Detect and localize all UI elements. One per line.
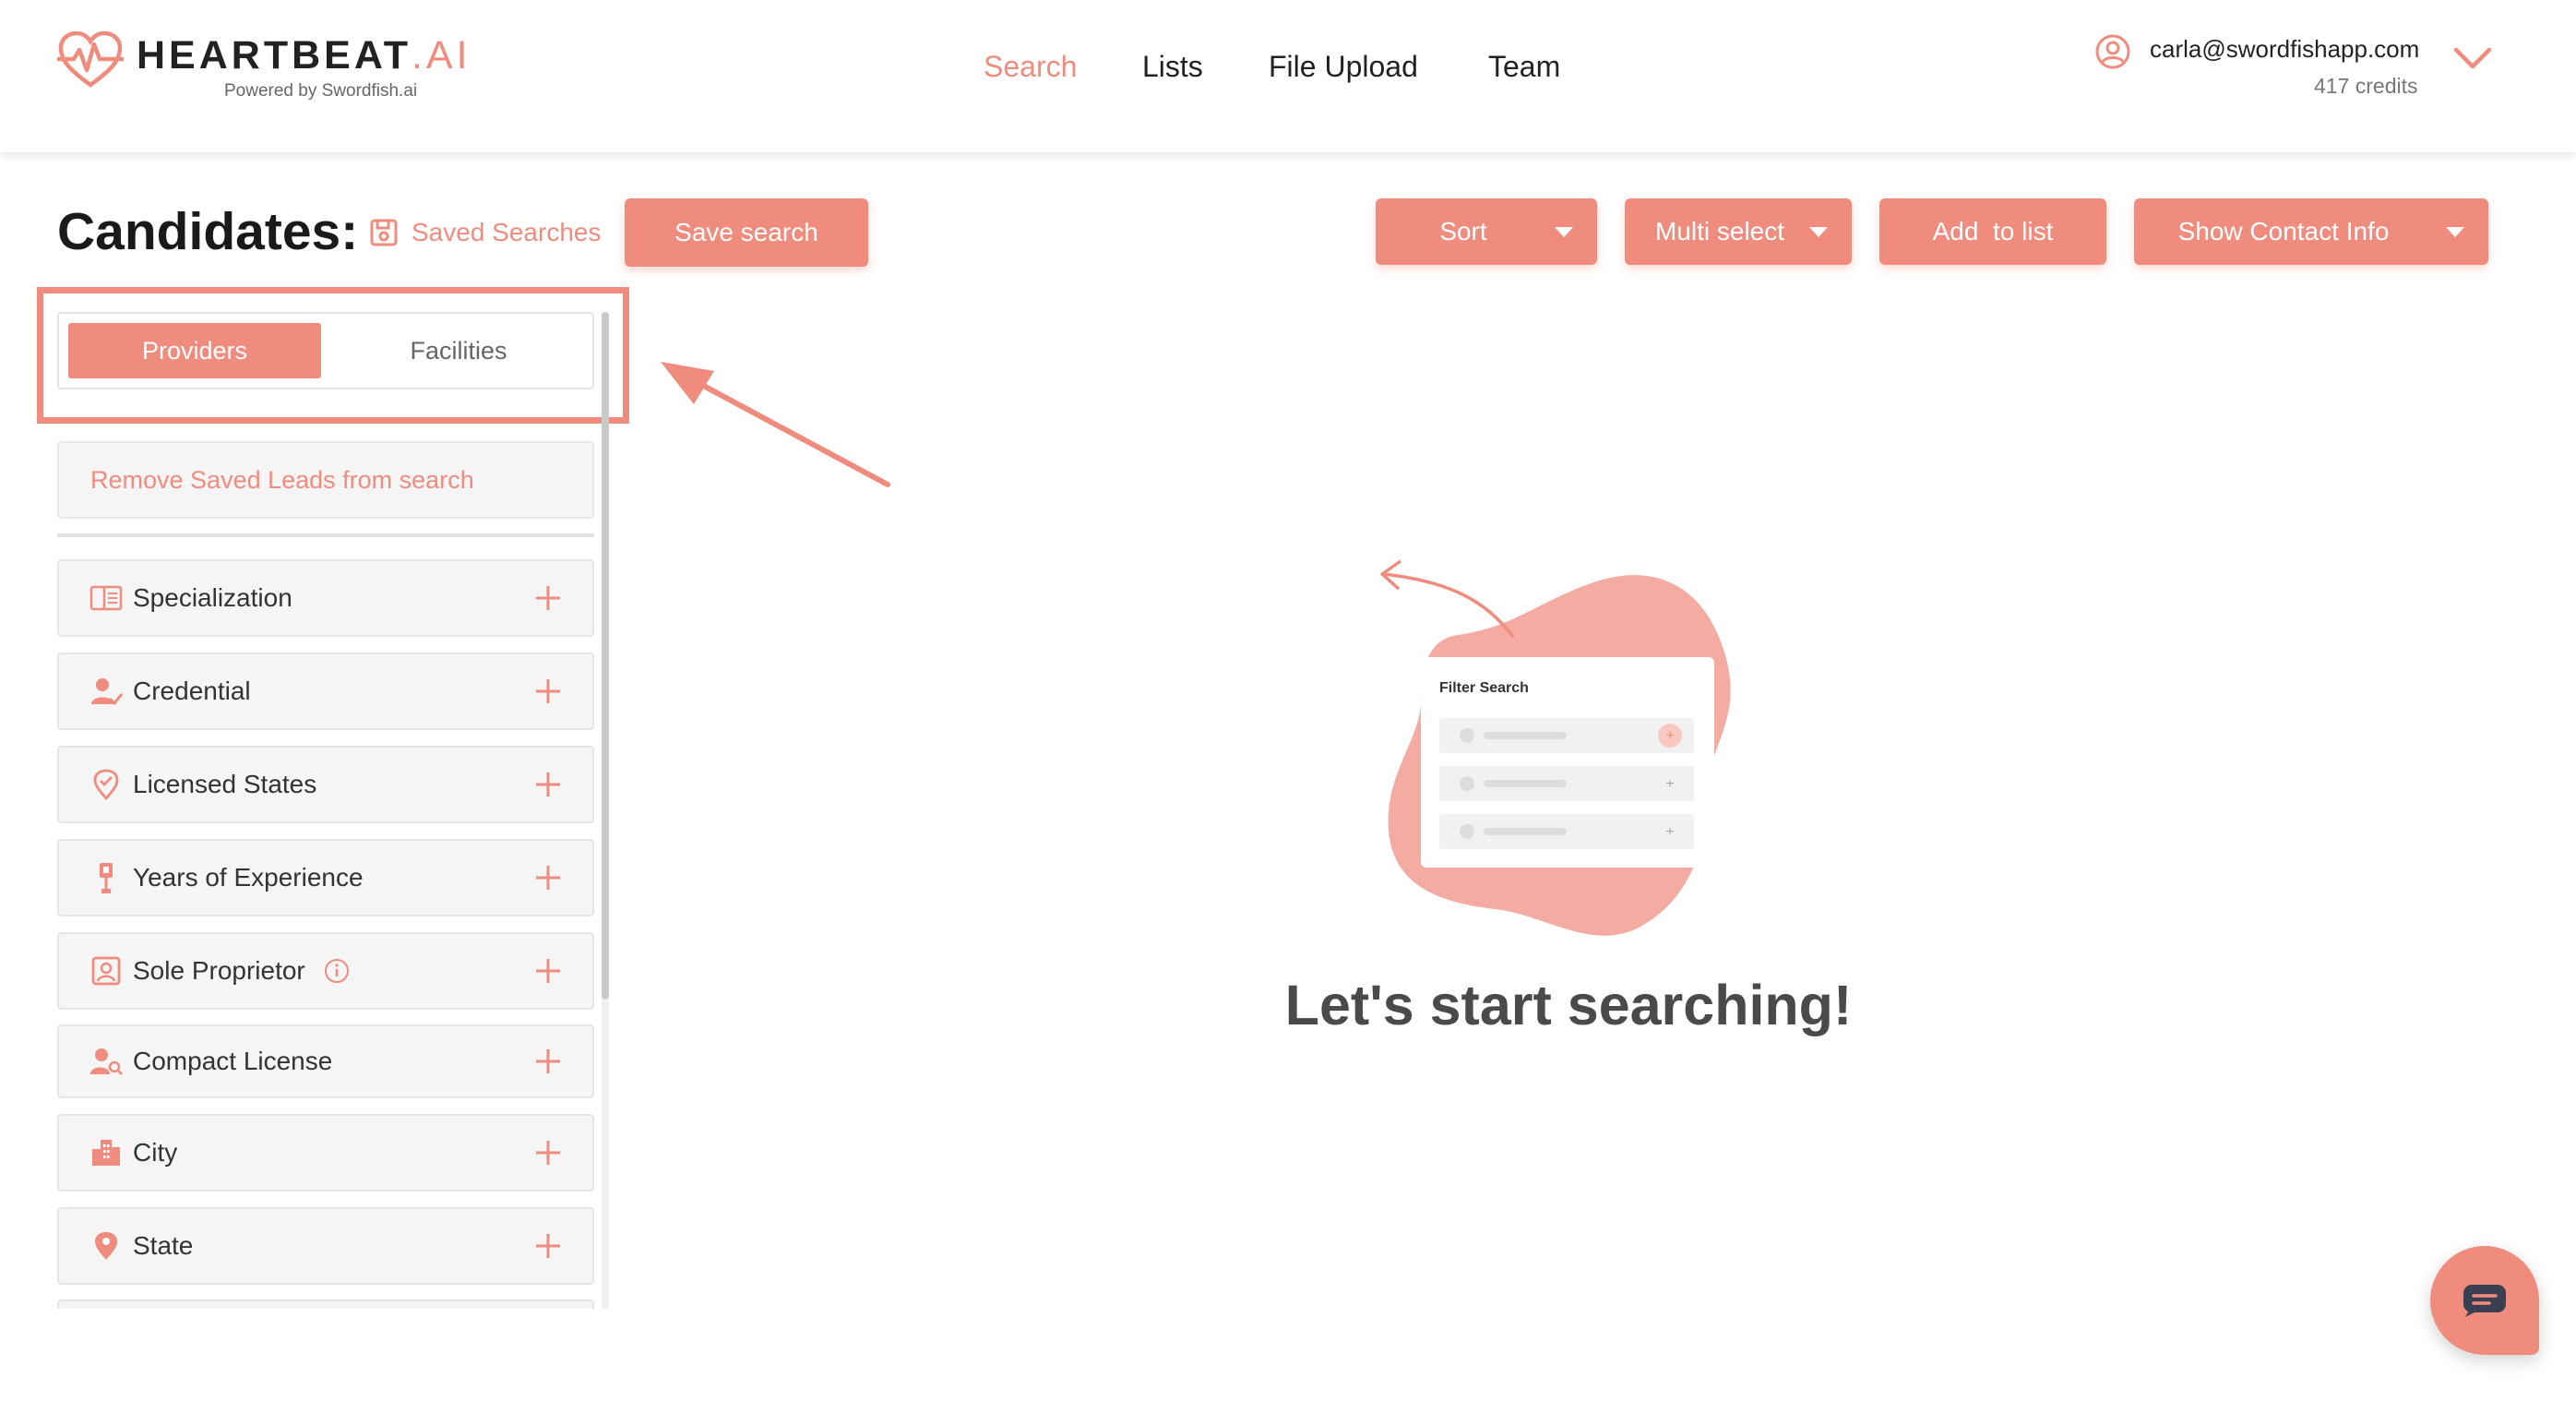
plus-icon[interactable] (533, 956, 563, 986)
illustration-title: Filter Search (1439, 680, 1529, 696)
heartbeat-logo-icon (57, 31, 124, 88)
filter-years-of-experience[interactable]: Years of Experience (57, 839, 594, 916)
tab-facilities[interactable]: Facilities (332, 323, 585, 378)
svg-text:+: + (1665, 728, 1674, 744)
filter-licensed-states[interactable]: Licensed States (57, 746, 594, 823)
empty-state-title: Let's start searching! (1284, 974, 1853, 1036)
page-title: Candidates: (57, 202, 359, 261)
credential-icon (89, 676, 124, 707)
filter-sole-proprietor[interactable]: Sole Proprietor (57, 932, 594, 1010)
filter-label: State (133, 1231, 194, 1260)
info-icon[interactable] (324, 958, 350, 984)
brand-name: HEARTBEAT.AI (137, 33, 471, 78)
nav-search[interactable]: Search (984, 48, 1077, 85)
tab-providers[interactable]: Providers (68, 323, 321, 378)
filter-label: Licensed States (133, 770, 317, 798)
sidebar-fade (37, 1309, 627, 1401)
top-header: HEARTBEAT.AI Powered by Swordfish.ai Sea… (0, 0, 2576, 152)
experience-icon (89, 862, 124, 893)
save-search-button[interactable]: Save search (625, 198, 868, 267)
user-credits: 417 credits (2314, 74, 2418, 98)
filter-specialization[interactable]: Specialization (57, 559, 594, 637)
multi-select-label: Multi select (1654, 217, 1785, 245)
chevron-down-icon[interactable] (2452, 46, 2493, 72)
nav-lists[interactable]: Lists (1142, 48, 1203, 85)
plus-icon[interactable] (533, 1047, 563, 1076)
multi-select-dropdown[interactable]: Multi select (1625, 198, 1852, 265)
saved-searches-label: Saved Searches (411, 218, 602, 246)
filter-state[interactable]: State (57, 1207, 594, 1285)
filter-search-illustration: + + + Filter Search (1380, 559, 1731, 936)
filter-label: City (133, 1138, 178, 1167)
city-icon (89, 1137, 124, 1168)
filter-compact-license[interactable]: Compact License (57, 1024, 594, 1098)
add-to-list-button[interactable]: Add to list (1879, 198, 2106, 265)
sole-proprietor-icon (89, 955, 124, 987)
plus-icon[interactable] (533, 770, 563, 799)
filter-label: Years of Experience (133, 863, 364, 892)
svg-text:+: + (1665, 776, 1674, 792)
save-icon (370, 219, 398, 246)
plus-icon[interactable] (533, 583, 563, 613)
chat-widget-button[interactable] (2430, 1246, 2539, 1355)
provider-facility-tabs: Providers Facilities (57, 312, 594, 389)
compact-license-icon (89, 1046, 124, 1077)
add-to-list-label: Add to list (1932, 217, 2054, 245)
sidebar-divider (57, 533, 594, 537)
filter-label: Sole Proprietor (133, 956, 305, 985)
user-email[interactable]: carla@swordfishapp.com (2150, 35, 2419, 64)
state-icon (89, 1230, 124, 1262)
sort-dropdown[interactable]: Sort (1376, 198, 1597, 265)
caret-down-icon (1555, 227, 1573, 237)
filter-credential[interactable]: Credential (57, 653, 594, 730)
sort-label: Sort (1439, 217, 1487, 245)
annotation-arrow (661, 362, 890, 487)
chat-icon (2463, 1285, 2506, 1317)
filter-label: Compact License (133, 1047, 333, 1075)
filter-city[interactable]: City (57, 1114, 594, 1191)
sidebar-scrollbar-thumb[interactable] (602, 312, 609, 1000)
save-search-label: Save search (674, 218, 818, 246)
nav-file-upload[interactable]: File Upload (1269, 48, 1418, 85)
user-avatar-icon[interactable] (2094, 33, 2131, 70)
nav-team[interactable]: Team (1488, 48, 1560, 85)
plus-icon[interactable] (533, 1231, 563, 1261)
filter-label: Specialization (133, 583, 292, 612)
plus-icon[interactable] (533, 677, 563, 706)
saved-searches-link[interactable]: Saved Searches (369, 214, 601, 251)
show-contact-info-dropdown[interactable]: Show Contact Info (2134, 198, 2488, 265)
remove-saved-leads-button[interactable]: Remove Saved Leads from search (57, 441, 594, 519)
filter-label: Credential (133, 677, 251, 705)
show-contact-info-label: Show Contact Info (2177, 217, 2390, 245)
caret-down-icon (1809, 227, 1828, 237)
svg-text:+: + (1665, 824, 1674, 840)
plus-icon[interactable] (533, 1138, 563, 1168)
licensed-states-icon (89, 769, 124, 800)
specialization-icon (89, 582, 124, 614)
plus-icon[interactable] (533, 863, 563, 892)
caret-down-icon (2446, 227, 2464, 237)
brand-tagline: Powered by Swordfish.ai (224, 81, 418, 101)
